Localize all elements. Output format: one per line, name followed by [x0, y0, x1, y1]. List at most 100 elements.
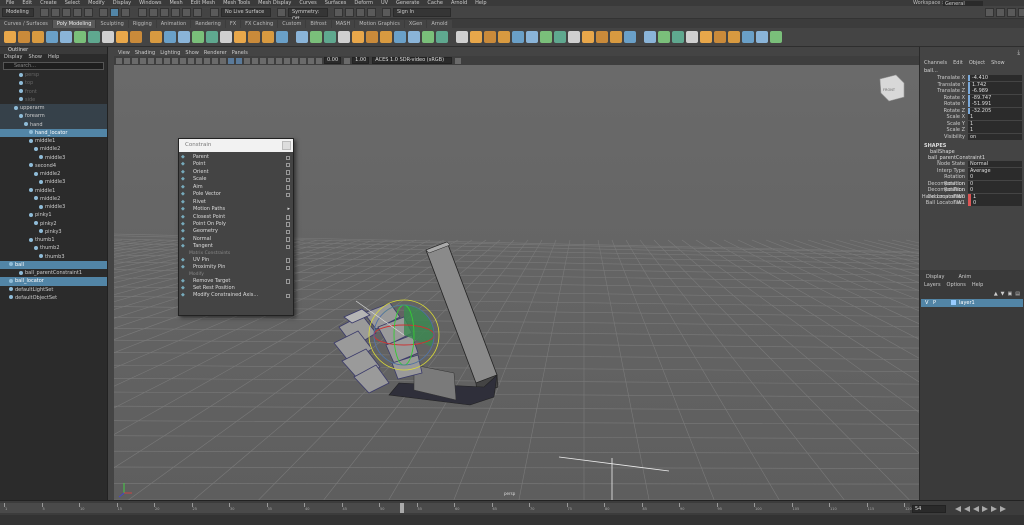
shelf-tab-sculpting[interactable]: Sculpting: [96, 19, 128, 28]
outliner-item[interactable]: middle3: [0, 178, 107, 186]
menu-item-uv-pin[interactable]: ◆ UV Pin: [179, 257, 293, 264]
outliner-item[interactable]: ball_locator: [0, 277, 107, 286]
outliner-item[interactable]: hand_locator: [0, 128, 107, 137]
merge-icon[interactable]: [624, 31, 636, 43]
2d-pan-zoom-icon[interactable]: [156, 57, 162, 64]
torus-icon[interactable]: [74, 31, 86, 43]
plane-icon[interactable]: [60, 31, 72, 43]
viewport-menu-view[interactable]: View: [118, 50, 130, 56]
bridge-icon[interactable]: [470, 31, 482, 43]
offset-loop-icon[interactable]: [596, 31, 608, 43]
live-surface-field[interactable]: No Live Surface: [221, 7, 271, 17]
play-forward-icon[interactable]: [982, 506, 988, 512]
shelf-tab-bifrost[interactable]: Bifrost: [306, 19, 331, 28]
shelf-tab-animation[interactable]: Animation: [156, 19, 191, 28]
outliner-item[interactable]: pinky2: [0, 220, 107, 228]
undo-icon[interactable]: [73, 7, 82, 17]
option-box-icon[interactable]: [285, 293, 290, 299]
shelf-tab-fx[interactable]: FX: [225, 19, 241, 28]
gamma-field[interactable]: 1.00: [352, 57, 370, 64]
layer-name[interactable]: layer1: [959, 300, 975, 306]
attribute-editor-icon[interactable]: [996, 7, 1005, 17]
option-box-icon[interactable]: [285, 215, 290, 220]
channel-value-field[interactable]: 1.742: [968, 81, 1022, 88]
current-time-marker[interactable]: [400, 503, 404, 513]
xray-icon[interactable]: [308, 57, 314, 64]
connect-icon[interactable]: [554, 31, 566, 43]
play-backward-icon[interactable]: [973, 506, 979, 512]
shelf-tab-poly-modeling[interactable]: Poly Modeling: [52, 19, 96, 28]
wedge-icon[interactable]: [512, 31, 524, 43]
step-forward-icon[interactable]: [991, 506, 997, 512]
outliner-item[interactable]: middle3: [0, 154, 107, 162]
render-settings-icon[interactable]: [356, 7, 365, 17]
channel-menu-edit[interactable]: Edit: [953, 59, 963, 67]
sign-in-button[interactable]: Sign In: [393, 7, 451, 17]
channel-value-field[interactable]: -89.747: [968, 94, 1022, 101]
boolean-icon[interactable]: [352, 31, 364, 43]
redo-icon[interactable]: [84, 7, 93, 17]
go-to-start-icon[interactable]: [955, 506, 961, 512]
outliner-item[interactable]: ball: [0, 260, 107, 269]
menu-item-set-rest-position[interactable]: ◆ Set Rest Position: [179, 285, 293, 292]
uv-editor-icon[interactable]: [644, 31, 656, 43]
wireframe-icon[interactable]: [228, 57, 234, 64]
fill-hole-icon[interactable]: [394, 31, 406, 43]
channel-value-field[interactable]: 0: [968, 200, 1022, 206]
disc-icon[interactable]: [88, 31, 100, 43]
current-frame-field[interactable]: 54: [912, 505, 946, 513]
menu-item-proximity-pin[interactable]: ◆ Proximity Pin: [179, 264, 293, 271]
prism-icon[interactable]: [130, 31, 142, 43]
color-space-select[interactable]: ACES 1.0 SDR-video (sRGB): [372, 57, 453, 64]
unfold-icon[interactable]: [742, 31, 754, 43]
channel-value-field[interactable]: -4.410: [968, 75, 1022, 81]
bevel-icon[interactable]: [484, 31, 496, 43]
knife-icon[interactable]: [568, 31, 580, 43]
svg-icon[interactable]: [220, 31, 232, 43]
sweep-icon[interactable]: [276, 31, 288, 43]
extrude-icon[interactable]: [456, 31, 468, 43]
snap-grid-icon[interactable]: [138, 7, 147, 17]
lock-camera-icon[interactable]: [124, 57, 130, 64]
option-box-icon[interactable]: [285, 170, 290, 175]
outliner-item[interactable]: pinky3: [0, 228, 107, 236]
menu-item-point[interactable]: ◆ Point: [179, 161, 293, 168]
channel-value-field[interactable]: Average: [968, 167, 1022, 174]
channel-value-field[interactable]: -32.205: [968, 107, 1022, 114]
shelf-tab-fx-caching[interactable]: FX Caching: [241, 19, 278, 28]
save-scene-icon[interactable]: [62, 7, 71, 17]
spherical-map-icon[interactable]: [686, 31, 698, 43]
viewport-menu-lighting[interactable]: Lighting: [160, 50, 180, 56]
outliner-item[interactable]: persp: [0, 71, 107, 79]
shelf-tab-motion-graphics[interactable]: Motion Graphics: [355, 19, 404, 28]
textured-icon[interactable]: [252, 57, 258, 64]
multi-cut-icon[interactable]: [526, 31, 538, 43]
delete-history-icon[interactable]: [770, 31, 782, 43]
platonic-icon[interactable]: [102, 31, 114, 43]
channel-box-pin-icon[interactable]: ⤓: [1017, 49, 1020, 57]
cylindrical-map-icon[interactable]: [672, 31, 684, 43]
channel-value-field[interactable]: 1: [968, 120, 1022, 127]
shadows-icon[interactable]: [268, 57, 274, 64]
menu-item-geometry[interactable]: ◆ Geometry: [179, 228, 293, 235]
triangulate-icon[interactable]: [422, 31, 434, 43]
step-back-icon[interactable]: [964, 506, 970, 512]
pyramid-icon[interactable]: [116, 31, 128, 43]
type-icon[interactable]: [248, 31, 260, 43]
render-icon[interactable]: [334, 7, 343, 17]
cylinder-icon[interactable]: [32, 31, 44, 43]
layer-playback-toggle[interactable]: P: [933, 299, 936, 307]
default-material-icon[interactable]: [244, 57, 250, 64]
option-box-icon[interactable]: [285, 185, 290, 190]
cone-icon[interactable]: [46, 31, 58, 43]
layer-tab-anim[interactable]: Anim: [958, 273, 971, 281]
resolution-gate-icon[interactable]: [188, 57, 194, 64]
outliner-item[interactable]: middle1: [0, 187, 107, 195]
option-box-icon[interactable]: [285, 258, 290, 263]
channel-value-field[interactable]: on: [968, 133, 1022, 140]
gear-icon[interactable]: [178, 31, 190, 43]
xray-joints-icon[interactable]: [316, 57, 322, 64]
outliner-item[interactable]: top: [0, 79, 107, 87]
outliner-menu-show[interactable]: Show: [28, 54, 42, 61]
shelf-tab-rendering[interactable]: Rendering: [191, 19, 225, 28]
